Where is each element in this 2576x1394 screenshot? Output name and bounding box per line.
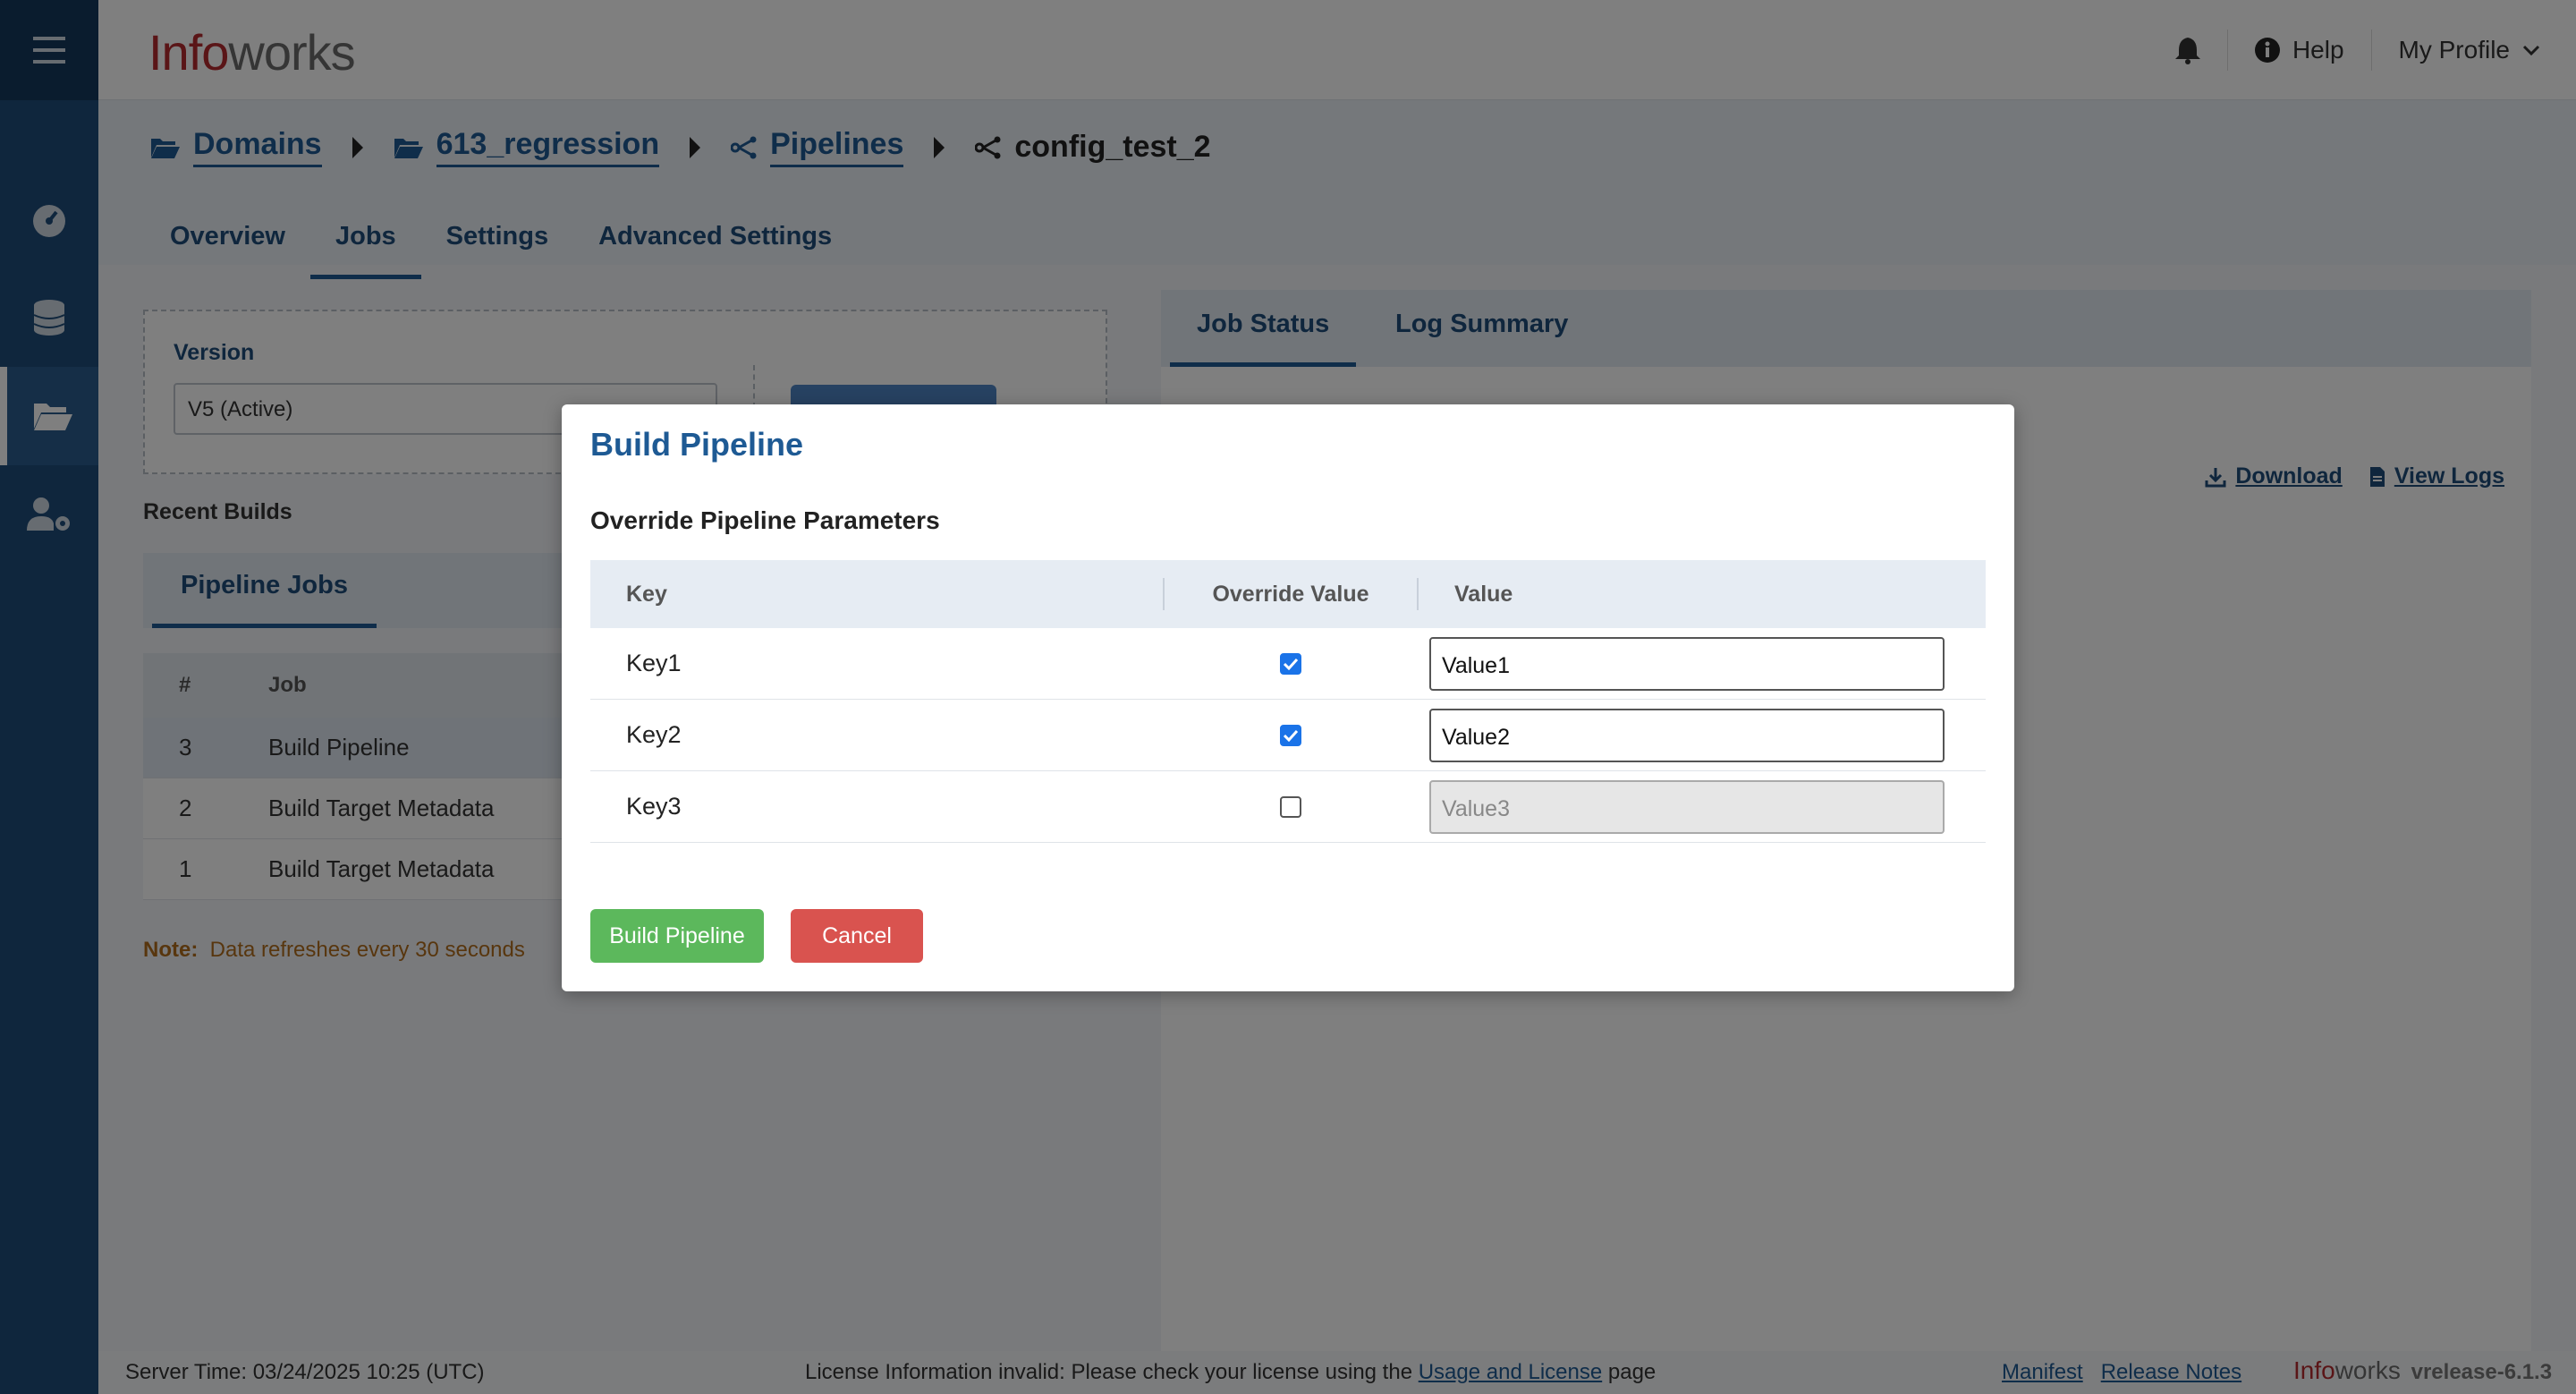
modal-title: Build Pipeline bbox=[590, 426, 804, 463]
modal-subtitle: Override Pipeline Parameters bbox=[590, 506, 940, 534]
override-checkbox[interactable] bbox=[1280, 795, 1301, 818]
column-header-key: Key bbox=[626, 581, 667, 607]
table-row: Key3 Value3 bbox=[590, 771, 1986, 843]
parameters-table: Key Override Value Value Key1 Value1 Key… bbox=[590, 560, 1986, 843]
table-row: Key2 Value2 bbox=[590, 700, 1986, 771]
column-header-value: Value bbox=[1454, 581, 1513, 607]
check-icon bbox=[1283, 729, 1299, 742]
override-checkbox[interactable] bbox=[1280, 724, 1301, 746]
build-pipeline-button[interactable]: Build Pipeline bbox=[590, 909, 764, 963]
param-key: Key1 bbox=[626, 650, 682, 676]
table-row: Key1 Value1 bbox=[590, 628, 1986, 700]
override-checkbox[interactable] bbox=[1280, 652, 1301, 675]
param-key: Key3 bbox=[626, 793, 682, 820]
build-pipeline-modal: Build Pipeline Override Pipeline Paramet… bbox=[562, 404, 2014, 991]
param-value-input-disabled: Value3 bbox=[1429, 779, 1945, 834]
check-icon bbox=[1283, 658, 1299, 670]
param-value-input[interactable]: Value2 bbox=[1429, 708, 1945, 762]
column-header-override: Override Value bbox=[1163, 578, 1419, 610]
param-value-input[interactable]: Value1 bbox=[1429, 636, 1945, 691]
cancel-button[interactable]: Cancel bbox=[791, 909, 923, 963]
param-key: Key2 bbox=[626, 721, 682, 748]
